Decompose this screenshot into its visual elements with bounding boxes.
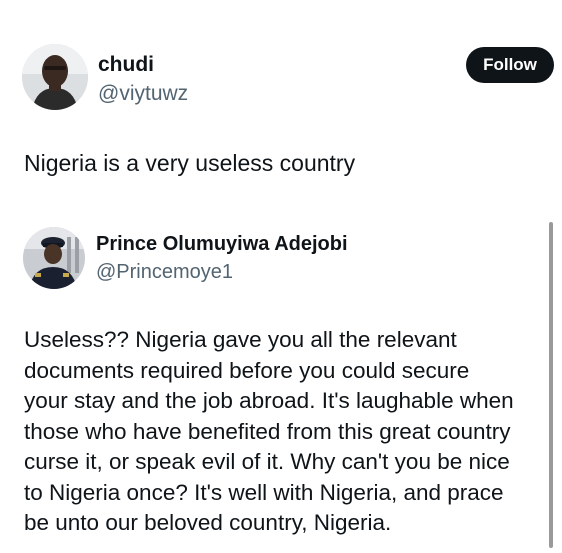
quoted-tweet-text: Useless?? Nigeria gave you all the relev… — [24, 325, 552, 539]
quoted-author-name[interactable]: Prince Olumuyiwa Adejobi — [96, 233, 348, 256]
tweet-text: Nigeria is a very useless country — [24, 150, 356, 176]
quoted-text-line: Useless?? Nigeria gave you all the relev… — [24, 327, 457, 352]
quoted-author-handle[interactable]: @Princemoye1 — [96, 261, 233, 284]
follow-button[interactable]: Follow — [466, 47, 554, 83]
scrollbar[interactable] — [549, 222, 553, 548]
author-handle[interactable]: @viytuwz — [98, 82, 188, 106]
quoted-text-line: be unto our beloved country, Nigeria. — [24, 510, 392, 535]
user-avatar-icon — [23, 227, 85, 289]
quoted-author-avatar[interactable] — [23, 227, 85, 289]
quoted-text-line: documents required before you could secu… — [24, 357, 470, 383]
user-avatar-icon — [22, 44, 88, 110]
quoted-text-line: your stay and the job abroad. It's laugh… — [24, 388, 514, 413]
tweet-card: chudi @viytuwz Follow Nigeria is a very … — [0, 0, 562, 553]
quoted-text-line: those who have benefited from this great… — [24, 418, 511, 444]
quoted-text-line: to Nigeria once? It's well with Nigeria,… — [24, 479, 504, 505]
author-name[interactable]: chudi — [98, 53, 154, 77]
quoted-text-line: curse it, or speak evil of it. Why can't… — [24, 449, 510, 474]
author-avatar[interactable] — [22, 44, 88, 110]
